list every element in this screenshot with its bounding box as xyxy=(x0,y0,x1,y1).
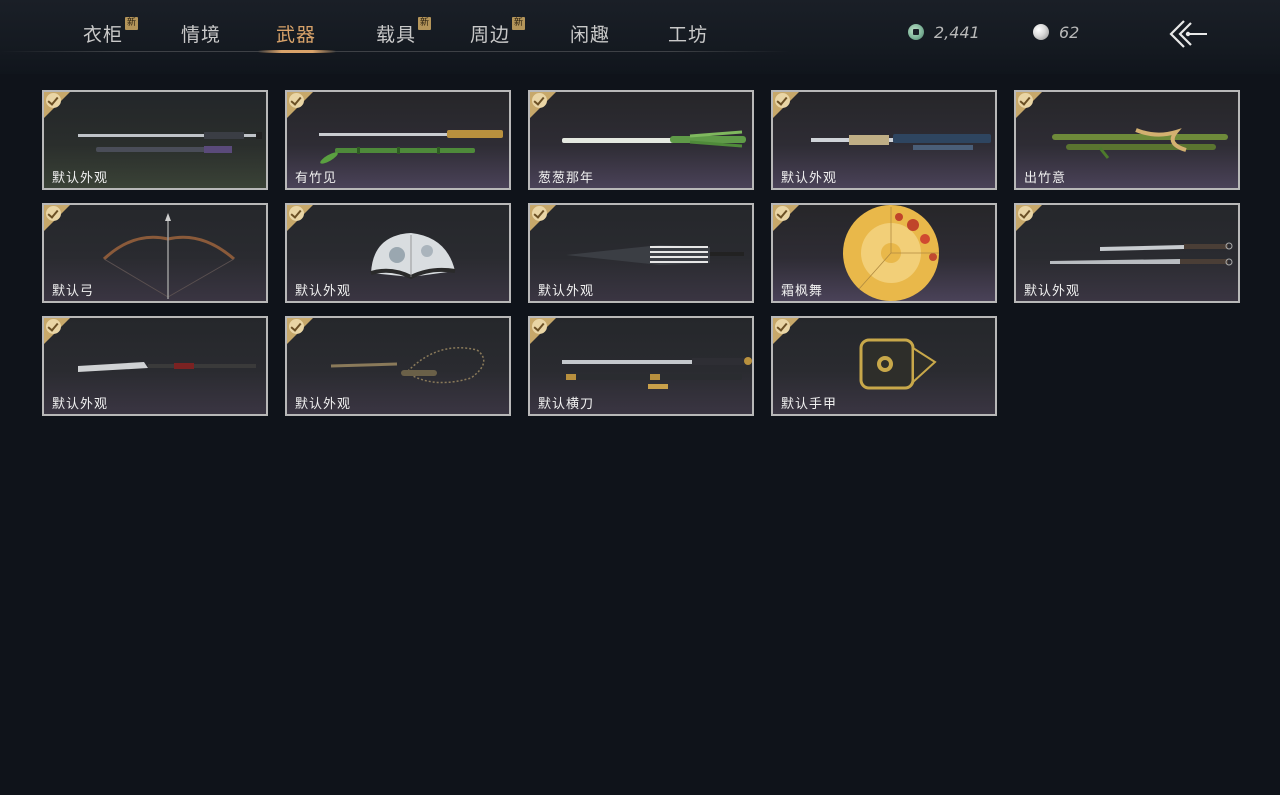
checkmark-icon xyxy=(46,93,61,108)
tab-peripherals[interactable]: 周边 新 xyxy=(470,17,526,52)
item-label: 默认外观 xyxy=(52,397,109,412)
jade-coin-icon xyxy=(908,24,924,40)
item-label: 出竹意 xyxy=(1024,171,1067,186)
checkmark-icon xyxy=(532,206,547,221)
checkmark-icon xyxy=(775,319,790,334)
tab-label: 闲趣 xyxy=(570,24,611,46)
weapon-card[interactable]: 默认弓 xyxy=(42,203,268,303)
checkmark-icon xyxy=(289,93,304,108)
item-label: 霜枫舞 xyxy=(781,284,824,299)
item-label: 默认弓 xyxy=(52,284,95,299)
tab-vehicles[interactable]: 载具 新 xyxy=(376,17,432,52)
item-label: 默认横刀 xyxy=(538,397,595,412)
weapon-card[interactable]: 默认外观 xyxy=(1014,203,1240,303)
new-badge: 新 xyxy=(418,17,432,30)
item-label: 默认外观 xyxy=(295,284,352,299)
weapon-card[interactable]: 出竹意 xyxy=(1014,90,1240,190)
top-bar: 衣柜 新 情境 武器 载具 新 周边 新 闲趣 工坊 2,441 62 xyxy=(0,0,1280,74)
checkmark-icon xyxy=(46,319,61,334)
weapon-card[interactable]: 默认外观 xyxy=(528,203,754,303)
item-label: 默认外观 xyxy=(52,171,109,186)
weapon-card[interactable]: 有竹见 xyxy=(285,90,511,190)
pearl-currency: 62 xyxy=(1033,22,1079,42)
pearl-icon xyxy=(1033,24,1049,40)
tab-label: 周边 xyxy=(470,24,511,46)
item-label: 有竹见 xyxy=(295,171,338,186)
checkmark-icon xyxy=(289,206,304,221)
tab-workshop[interactable]: 工坊 xyxy=(668,20,708,52)
tab-label: 载具 xyxy=(376,24,417,46)
weapon-card[interactable]: 默认横刀 xyxy=(528,316,754,416)
weapon-card[interactable]: 默认外观 xyxy=(285,316,511,416)
checkmark-icon xyxy=(1018,93,1033,108)
checkmark-icon xyxy=(775,93,790,108)
item-label: 默认外观 xyxy=(781,171,838,186)
coin-currency: 2,441 xyxy=(908,22,980,42)
tab-label: 情境 xyxy=(181,24,222,46)
checkmark-icon xyxy=(532,319,547,334)
item-label: 默认手甲 xyxy=(781,397,838,412)
tab-weapons[interactable]: 武器 xyxy=(276,20,316,52)
new-badge: 新 xyxy=(125,17,139,30)
coin-amount: 2,441 xyxy=(934,22,980,42)
weapon-card[interactable]: 默认外观 xyxy=(42,90,268,190)
checkmark-icon xyxy=(532,93,547,108)
checkmark-icon xyxy=(1018,206,1033,221)
weapon-card[interactable]: 默认外观 xyxy=(42,316,268,416)
tab-scenes[interactable]: 情境 xyxy=(181,20,221,52)
weapon-card[interactable]: 霜枫舞 xyxy=(771,203,997,303)
item-label: 默认外观 xyxy=(538,284,595,299)
back-button[interactable] xyxy=(1166,18,1210,50)
item-label: 默认外观 xyxy=(1024,284,1081,299)
weapon-card[interactable]: 默认手甲 xyxy=(771,316,997,416)
checkmark-icon xyxy=(289,319,304,334)
checkmark-icon xyxy=(46,206,61,221)
item-label: 葱葱那年 xyxy=(538,171,595,186)
tab-wardrobe[interactable]: 衣柜 新 xyxy=(83,17,139,52)
tab-leisure[interactable]: 闲趣 xyxy=(570,20,610,52)
pearl-amount: 62 xyxy=(1059,22,1080,42)
tab-label: 衣柜 xyxy=(83,24,124,46)
checkmark-icon xyxy=(775,206,790,221)
tab-label: 工坊 xyxy=(668,24,709,46)
new-badge: 新 xyxy=(512,17,526,30)
back-arrow-icon xyxy=(1169,20,1207,48)
active-tab-indicator xyxy=(258,50,336,53)
weapon-card[interactable]: 默认外观 xyxy=(285,203,511,303)
weapon-card[interactable]: 默认外观 xyxy=(771,90,997,190)
tab-label: 武器 xyxy=(276,24,317,46)
item-label: 默认外观 xyxy=(295,397,352,412)
weapon-card[interactable]: 葱葱那年 xyxy=(528,90,754,190)
